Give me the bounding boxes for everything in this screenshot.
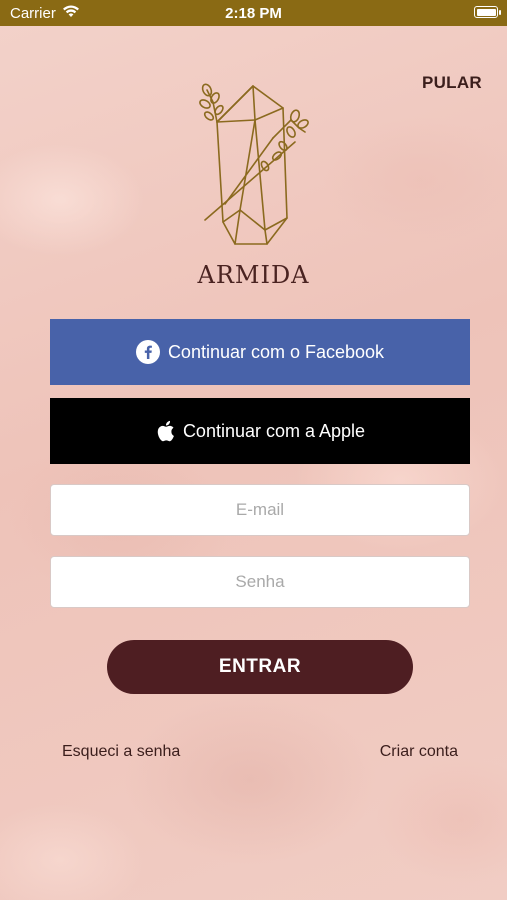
facebook-icon [135,340,160,364]
apple-login-label: Continuar com a Apple [182,420,366,441]
apple-login-button[interactable]: Continuar com a Apple [50,398,470,464]
forgot-password-link[interactable]: Esqueci a senha [62,743,180,761]
login-button[interactable]: ENTRAR [107,640,413,694]
password-field[interactable] [50,556,470,608]
facebook-login-label: Continuar com o Facebook [167,341,385,362]
skip-button[interactable]: PULAR [422,73,482,93]
apple-icon [155,419,175,443]
clock-time: 2:18 PM [225,5,282,22]
create-account-link[interactable]: Criar conta [380,743,458,761]
battery-icon [474,6,501,18]
status-bar: Carrier 2:18 PM [0,0,507,26]
facebook-login-button[interactable]: Continuar com o Facebook [50,319,470,385]
brand-name: ARMIDA [197,261,310,289]
email-field[interactable] [50,484,470,536]
crystal-flower-logo [195,80,315,250]
